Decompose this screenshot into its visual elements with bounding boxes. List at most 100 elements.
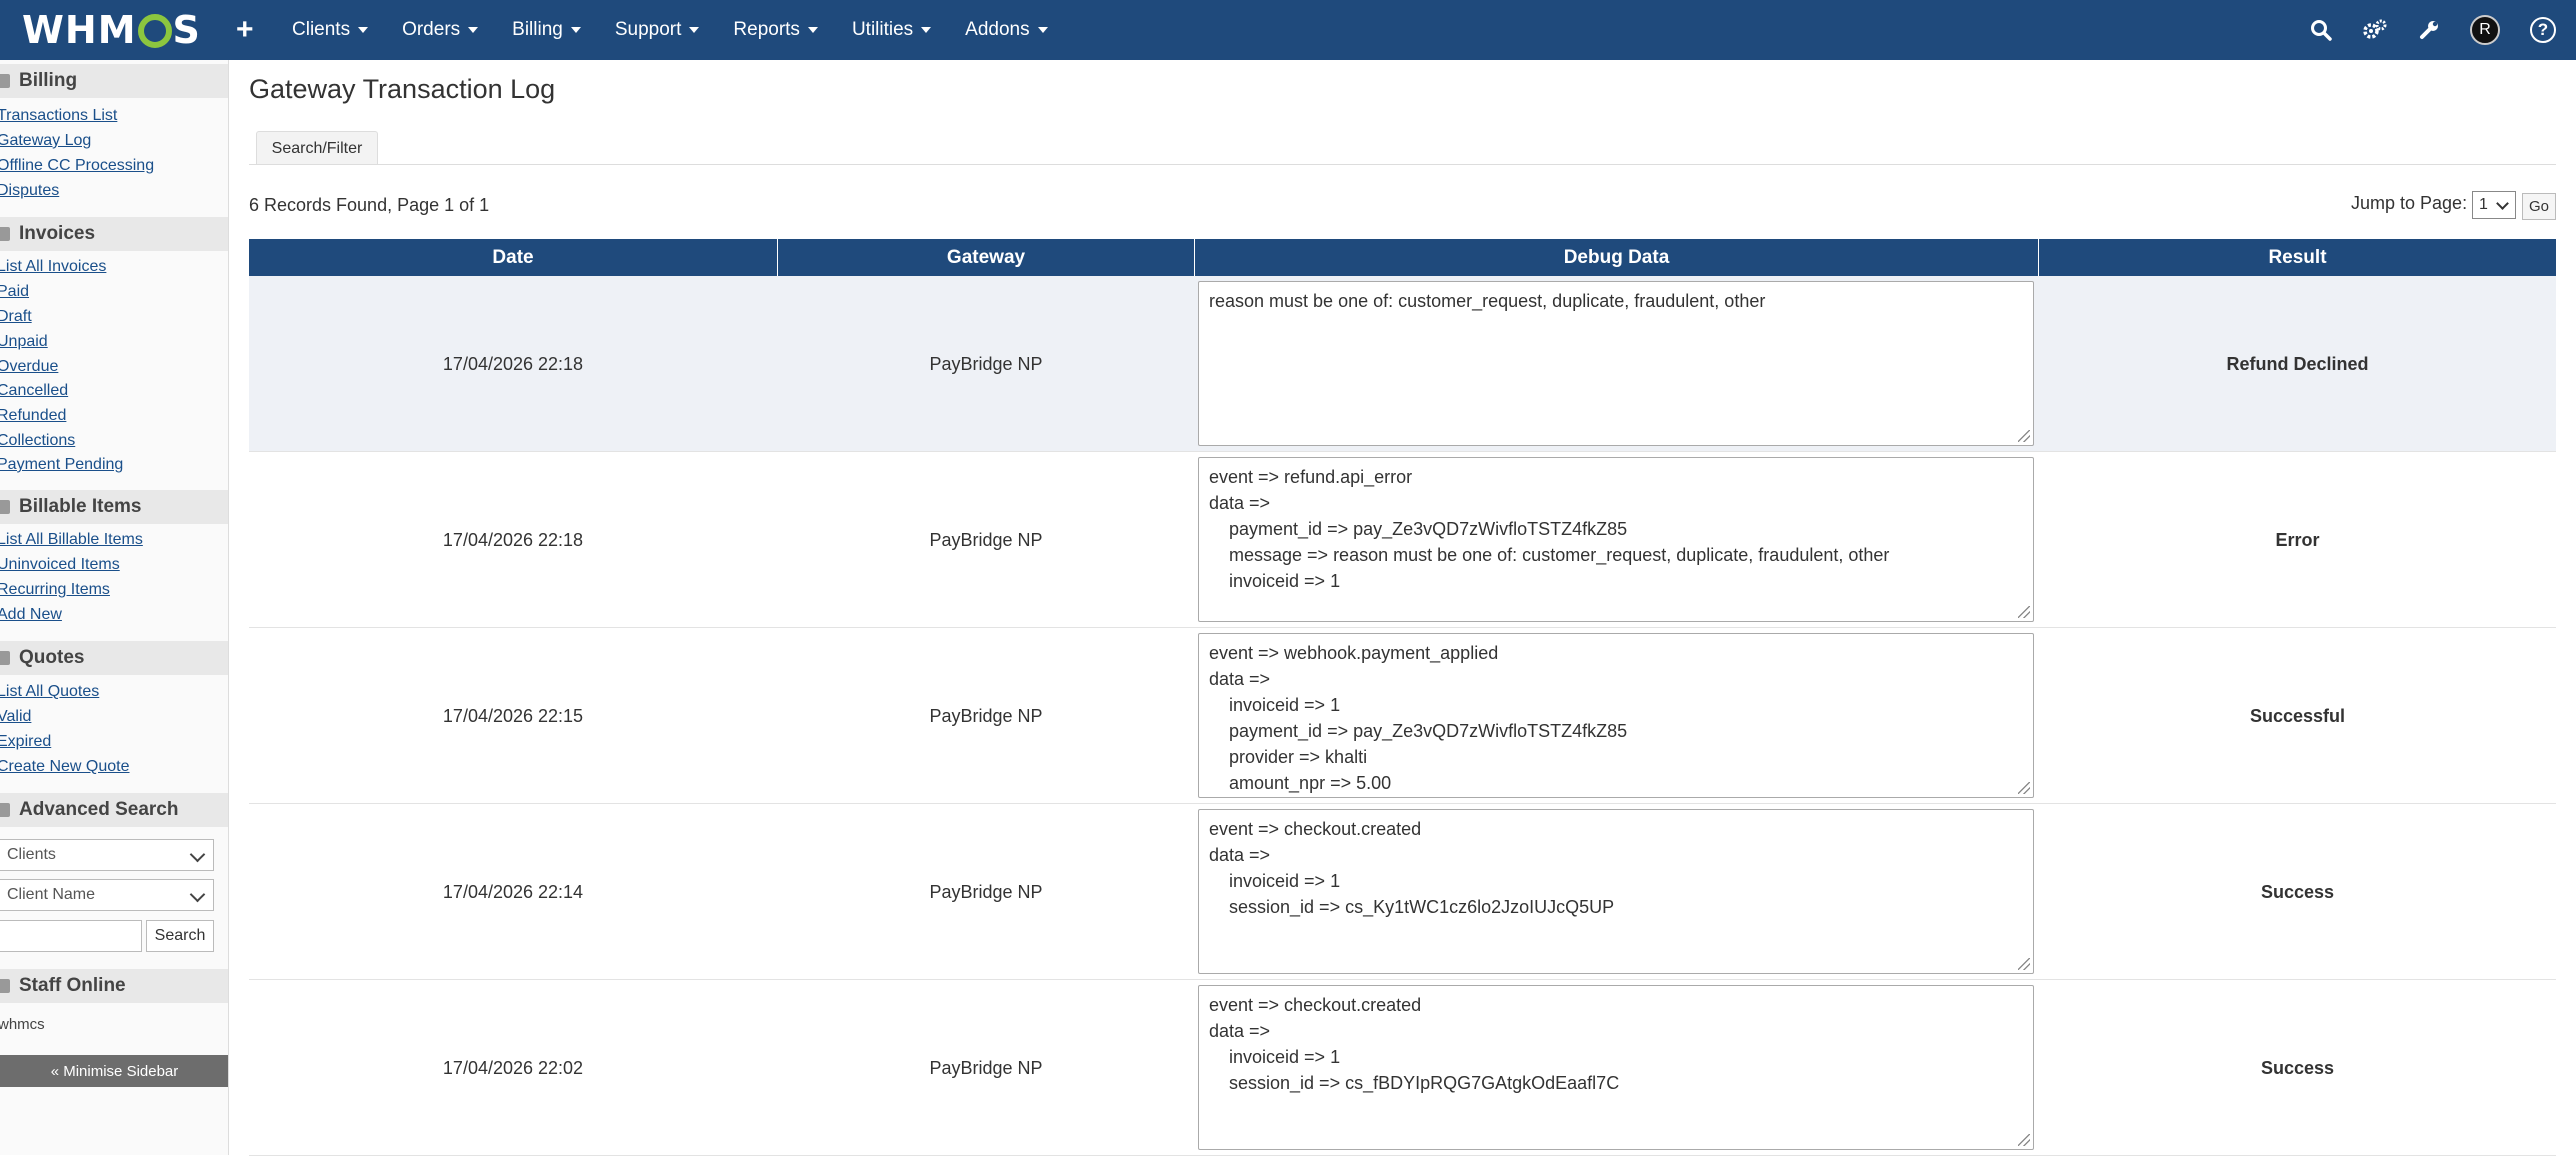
top-navbar: WHM S + Clients Orders Billing Support Re… xyxy=(0,0,2576,60)
debug-data-textarea[interactable]: reason must be one of: customer_request,… xyxy=(1198,281,2034,446)
staff-online-icon xyxy=(0,979,10,993)
sidebar-link-unpaid[interactable]: Unpaid xyxy=(0,333,48,351)
caret-down-icon xyxy=(570,27,581,33)
sidebar-link-disputes[interactable]: Disputes xyxy=(0,182,59,200)
jump-page-value: 1 xyxy=(2479,196,2488,213)
sidebar-link-payment-pending[interactable]: Payment Pending xyxy=(0,456,123,474)
page-title: Gateway Transaction Log xyxy=(249,74,556,104)
tab-search-filter[interactable]: Search/Filter xyxy=(256,131,378,165)
select-value: Clients xyxy=(7,846,56,863)
debug-data-textarea[interactable]: event => webhook.payment_applied data =>… xyxy=(1198,633,2034,798)
nav-orders[interactable]: Orders xyxy=(402,19,479,41)
debug-data-textarea[interactable]: event => refund.api_error data => paymen… xyxy=(1198,457,2034,622)
nav-utilities-label: Utilities xyxy=(851,19,914,40)
advanced-search-field-select[interactable]: Client Name xyxy=(0,879,214,911)
sidebar-link-list-all-billable[interactable]: List All Billable Items xyxy=(0,531,143,549)
sidebar-header-label: Billable Items xyxy=(19,496,142,517)
go-button[interactable]: Go xyxy=(2522,193,2556,220)
sidebar-link-collections[interactable]: Collections xyxy=(0,432,75,450)
jump-to-page-label: Jump to Page: xyxy=(2351,193,2468,213)
debug-data-text: reason must be one of: customer_request,… xyxy=(1209,291,1766,311)
sidebar-header-advanced-search: Advanced Search xyxy=(0,793,228,827)
resize-handle-icon[interactable] xyxy=(2018,782,2030,794)
quick-add-plus-icon[interactable]: + xyxy=(236,12,254,48)
nav-clients-label: Clients xyxy=(292,19,351,40)
wrench-icon[interactable] xyxy=(2418,19,2440,41)
nav-reports[interactable]: Reports xyxy=(733,19,818,41)
sidebar-link-overdue[interactable]: Overdue xyxy=(0,358,58,376)
sidebar-link-list-all-invoices[interactable]: List All Invoices xyxy=(0,258,106,276)
advanced-search-input[interactable] xyxy=(0,920,142,952)
sidebar-link-gateway-log[interactable]: Gateway Log xyxy=(0,132,91,150)
sidebar-header-label: Billing xyxy=(19,70,78,91)
nav-support[interactable]: Support xyxy=(615,19,700,41)
whmcs-logo[interactable]: WHM S xyxy=(22,8,201,52)
sidebar-link-create-new-quote[interactable]: Create New Quote xyxy=(0,758,130,776)
resize-handle-icon[interactable] xyxy=(2018,606,2030,618)
sidebar-link-cancelled[interactable]: Cancelled xyxy=(0,382,68,400)
nav-utilities[interactable]: Utilities xyxy=(851,19,932,41)
column-header-gateway[interactable]: Gateway xyxy=(778,239,1194,276)
nav-addons[interactable]: Addons xyxy=(965,19,1048,41)
resize-handle-icon[interactable] xyxy=(2018,1134,2030,1146)
sidebar-header-billable-items: Billable Items xyxy=(0,490,228,524)
column-header-result[interactable]: Result xyxy=(2039,239,2556,276)
sidebar-link-draft[interactable]: Draft xyxy=(0,308,32,326)
sidebar-link-transactions-list[interactable]: Transactions List xyxy=(0,107,117,125)
jump-to-page-select[interactable]: 1 xyxy=(2472,191,2516,219)
debug-data-text: event => checkout.created data => invoic… xyxy=(1209,819,1615,917)
column-header-date[interactable]: Date xyxy=(249,239,777,276)
caret-down-icon xyxy=(689,27,700,33)
cell-date: 17/04/2026 22:02 xyxy=(442,1057,584,1078)
sidebar-header-label: Staff Online xyxy=(19,975,126,996)
records-found-text: 6 Records Found, Page 1 of 1 xyxy=(249,195,490,215)
sidebar: Billing Transactions List Gateway Log Of… xyxy=(0,60,229,1155)
invoices-icon xyxy=(0,227,10,241)
select-value: Client Name xyxy=(7,886,96,903)
table-row: 17/04/2026 22:02 PayBridge NP event => c… xyxy=(249,980,2556,1156)
debug-data-textarea[interactable]: event => checkout.created data => invoic… xyxy=(1198,985,2034,1150)
nav-clients[interactable]: Clients xyxy=(292,19,369,41)
cell-gateway: PayBridge NP xyxy=(929,529,1043,550)
sidebar-link-recurring[interactable]: Recurring Items xyxy=(0,581,110,599)
sidebar-header-quotes: Quotes xyxy=(0,641,228,675)
column-header-debug-data[interactable]: Debug Data xyxy=(1195,239,2038,276)
nav-billing-label: Billing xyxy=(512,19,563,40)
cell-date: 17/04/2026 22:18 xyxy=(442,353,584,374)
table-row: 17/04/2026 22:14 PayBridge NP event => c… xyxy=(249,804,2556,980)
sidebar-link-add-new[interactable]: Add New xyxy=(0,606,62,624)
minimise-sidebar-button[interactable]: « Minimise Sidebar xyxy=(0,1055,228,1087)
debug-data-textarea[interactable]: event => checkout.created data => invoic… xyxy=(1198,809,2034,974)
sidebar-header-staff-online: Staff Online xyxy=(0,969,228,1003)
billing-icon xyxy=(0,74,10,88)
advanced-search-type-select[interactable]: Clients xyxy=(0,839,214,871)
sidebar-link-uninvoiced[interactable]: Uninvoiced Items xyxy=(0,556,120,574)
nav-reports-label: Reports xyxy=(733,19,800,40)
sidebar-link-refunded[interactable]: Refunded xyxy=(0,407,66,425)
caret-down-icon xyxy=(468,27,479,33)
user-avatar[interactable]: R xyxy=(2470,15,2500,45)
resize-handle-icon[interactable] xyxy=(2018,958,2030,970)
logo-text-part2: S xyxy=(172,8,201,52)
nav-right-icons: R ? xyxy=(2280,0,2556,60)
nav-billing[interactable]: Billing xyxy=(512,19,581,41)
table-row: 17/04/2026 22:18 PayBridge NP reason mus… xyxy=(249,276,2556,452)
sidebar-link-paid[interactable]: Paid xyxy=(0,283,29,301)
cell-date: 17/04/2026 22:18 xyxy=(442,529,584,550)
sidebar-header-label: Quotes xyxy=(19,647,85,668)
staff-online-name: whmcs xyxy=(0,1016,45,1033)
sidebar-link-list-all-quotes[interactable]: List All Quotes xyxy=(0,683,99,701)
sidebar-link-expired[interactable]: Expired xyxy=(0,733,51,751)
help-icon[interactable]: ? xyxy=(2530,17,2556,43)
resize-handle-icon[interactable] xyxy=(2018,430,2030,442)
system-settings-gears-icon[interactable] xyxy=(2362,19,2388,41)
sidebar-link-offline-cc[interactable]: Offline CC Processing xyxy=(0,157,154,175)
nav-orders-label: Orders xyxy=(402,19,461,40)
search-icon[interactable] xyxy=(2310,19,2332,41)
sidebar-link-valid[interactable]: Valid xyxy=(0,708,31,726)
advanced-search-button[interactable]: Search xyxy=(146,920,214,952)
sidebar-header-billing: Billing xyxy=(0,64,228,98)
nav-support-label: Support xyxy=(614,19,682,40)
cell-result: Success xyxy=(2260,881,2335,902)
billable-items-icon xyxy=(0,500,10,514)
